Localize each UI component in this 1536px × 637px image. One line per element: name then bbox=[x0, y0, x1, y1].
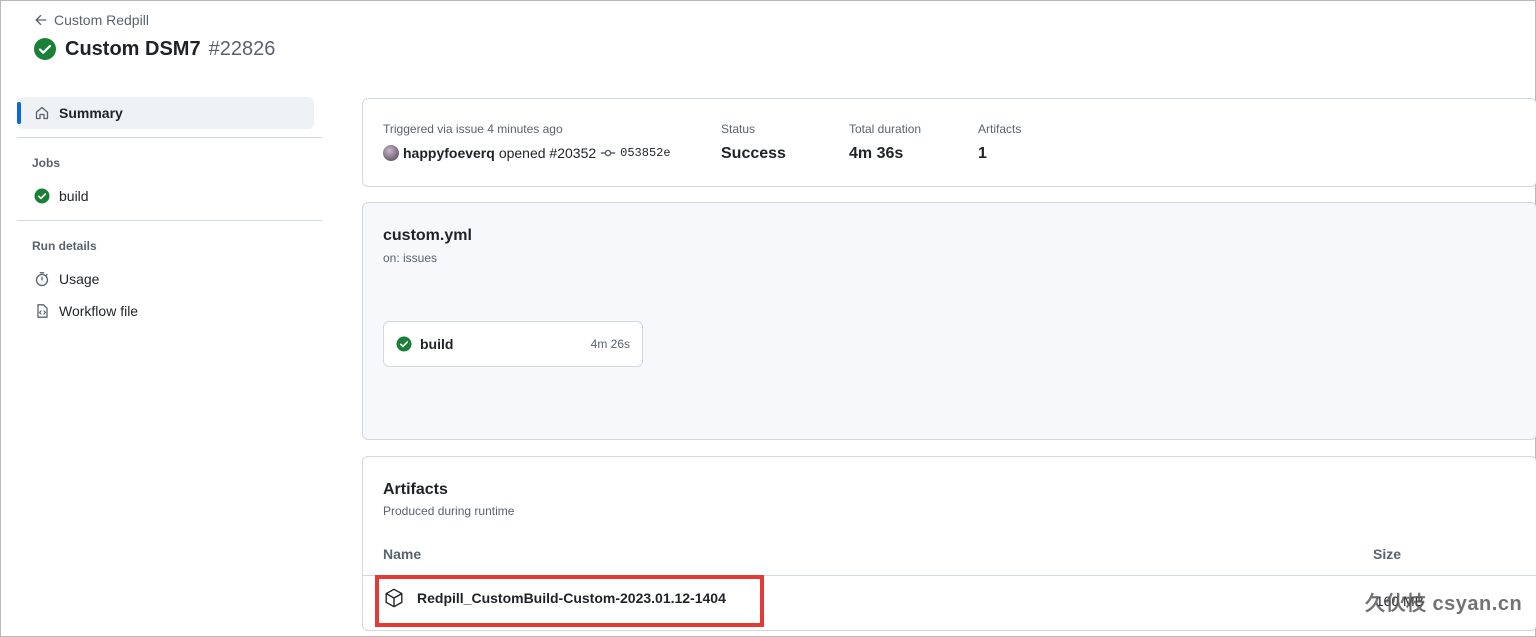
trigger-info: Triggered via issue 4 minutes ago happyf… bbox=[383, 122, 671, 161]
check-circle-icon bbox=[34, 38, 56, 60]
artifacts-count-block: Artifacts 1 bbox=[978, 122, 1021, 163]
job-name: build bbox=[420, 336, 454, 352]
commit-sha-link[interactable]: 053852e bbox=[620, 146, 670, 160]
check-circle-icon bbox=[34, 188, 50, 204]
sidebar-item-build[interactable]: build bbox=[17, 180, 322, 212]
page-title: Custom DSM7 #22826 bbox=[33, 37, 275, 61]
jobs-heading: Jobs bbox=[32, 156, 61, 170]
column-header-size: Size bbox=[1372, 546, 1401, 562]
run-summary-card: Triggered via issue 4 minutes ago happyf… bbox=[362, 98, 1536, 187]
back-link-label: Custom Redpill bbox=[54, 12, 149, 28]
avatar bbox=[383, 145, 399, 161]
workflow-run-title: Custom DSM7 bbox=[65, 37, 201, 60]
trigger-action-link[interactable]: opened #20352 bbox=[499, 145, 596, 161]
watermark: 久伙枝 csyan.cn bbox=[1365, 593, 1523, 615]
artifacts-subtitle: Produced during runtime bbox=[383, 504, 515, 518]
duration-block: Total duration 4m 36s bbox=[849, 122, 921, 163]
sidebar-item-workflow-file[interactable]: Workflow file bbox=[17, 295, 322, 327]
git-commit-icon bbox=[600, 149, 616, 157]
run-details-heading: Run details bbox=[32, 239, 97, 253]
workflow-graph-card: custom.yml on: issues build 4m 26s bbox=[362, 202, 1536, 440]
run-number: #22826 bbox=[208, 37, 276, 60]
sidebar-item-label: build bbox=[59, 188, 89, 204]
workflow-file-name: custom.yml bbox=[383, 227, 472, 244]
sidebar-item-label: Workflow file bbox=[59, 303, 139, 319]
artifacts-title: Artifacts bbox=[383, 481, 448, 498]
artifacts-count-label: Artifacts bbox=[978, 122, 1022, 136]
status-block: Status Success bbox=[721, 122, 786, 163]
status-label: Status bbox=[721, 122, 756, 136]
file-code-icon bbox=[37, 304, 48, 318]
artifacts-count-value[interactable]: 1 bbox=[978, 145, 1021, 163]
job-duration: 4m 26s bbox=[590, 337, 630, 351]
divider bbox=[17, 137, 322, 138]
check-circle-icon bbox=[396, 336, 412, 352]
divider bbox=[17, 220, 322, 221]
workflow-trigger: on: issues bbox=[383, 251, 438, 265]
job-node-build[interactable]: build 4m 26s bbox=[383, 321, 643, 367]
arrow-left-icon bbox=[35, 14, 47, 26]
sidebar-item-usage[interactable]: Usage bbox=[17, 263, 322, 295]
trigger-user-link[interactable]: happyfoeverq bbox=[403, 145, 495, 161]
status-value: Success bbox=[721, 145, 786, 162]
column-header-name: Name bbox=[383, 546, 422, 562]
back-link[interactable]: Custom Redpill bbox=[34, 12, 149, 28]
trigger-line: happyfoeverq opened #20352 053852e bbox=[383, 145, 671, 161]
home-icon bbox=[35, 106, 49, 120]
sidebar: Summary Jobs build Run details Usage Wor… bbox=[17, 97, 322, 327]
trigger-label: Triggered via issue 4 minutes ago bbox=[383, 122, 563, 136]
sidebar-item-label: Summary bbox=[59, 105, 123, 121]
sidebar-item-label: Usage bbox=[59, 271, 100, 287]
sidebar-item-summary[interactable]: Summary bbox=[17, 97, 314, 129]
duration-label: Total duration bbox=[849, 122, 922, 136]
stopwatch-icon bbox=[35, 272, 49, 287]
highlight-annotation-box bbox=[375, 575, 764, 627]
duration-value: 4m 36s bbox=[849, 145, 904, 162]
